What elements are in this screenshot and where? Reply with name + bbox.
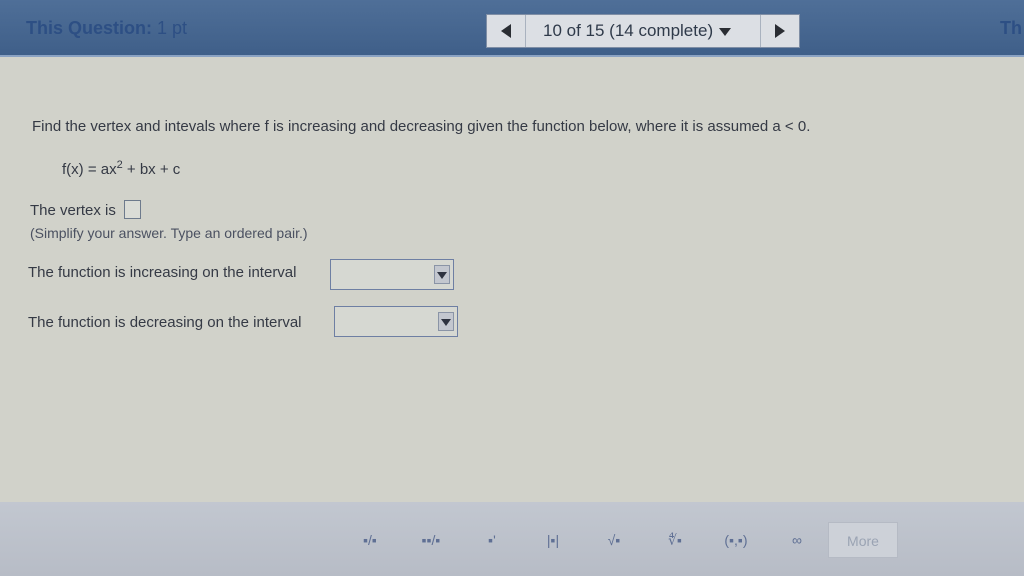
fraction-button[interactable]: ▪/▪: [342, 522, 398, 558]
question-label: This Question:: [26, 18, 152, 38]
increasing-interval-dropdown[interactable]: [330, 259, 454, 290]
mixed-number-icon: ▪▪/▪: [421, 532, 441, 548]
infinity-button[interactable]: ∞: [769, 522, 825, 558]
vertex-hint: (Simplify your answer. Type an ordered p…: [30, 225, 308, 241]
nth-root-button[interactable]: ∜▪: [647, 522, 703, 558]
question-prompt: Find the vertex and intevals where f is …: [32, 118, 811, 135]
absolute-value-icon: |▪|: [546, 532, 560, 548]
previous-question-button[interactable]: [487, 15, 526, 47]
square-root-icon: √▪: [607, 532, 621, 548]
header-bar: This Question: 1 pt 10 of 15 (14 complet…: [0, 0, 1024, 57]
vertex-answer-input[interactable]: [124, 200, 142, 219]
points-value: 1 pt: [157, 18, 188, 38]
infinity-icon: ∞: [792, 532, 802, 548]
absolute-value-button[interactable]: |▪|: [525, 522, 581, 558]
square-root-button[interactable]: √▪: [586, 522, 642, 558]
function-definition: f(x) = ax2 + bx + c: [62, 159, 180, 178]
vertex-label: The vertex is: [30, 202, 116, 219]
arrow-left-icon: [501, 24, 511, 38]
ordered-pair-button[interactable]: (▪,▪): [708, 522, 764, 558]
chevron-down-icon: [438, 312, 454, 331]
question-points: This Question: 1 pt: [26, 18, 187, 39]
exponent-icon: ▪': [488, 532, 496, 548]
decreasing-interval-dropdown[interactable]: [334, 306, 458, 337]
more-button[interactable]: More: [828, 522, 898, 558]
function-rest: + bx + c: [122, 161, 181, 178]
nth-root-icon: ∜▪: [668, 532, 682, 548]
question-progress-dropdown[interactable]: 10 of 15 (14 complete): [543, 21, 732, 41]
fraction-icon: ▪/▪: [363, 532, 377, 548]
decreasing-label: The function is decreasing on the interv…: [28, 314, 302, 331]
next-question-button[interactable]: [760, 15, 799, 47]
exponent-button[interactable]: ▪': [464, 522, 520, 558]
arrow-right-icon: [775, 24, 785, 38]
progress-text: 10 of 15 (14 complete): [543, 21, 714, 40]
vertex-row: The vertex is: [30, 200, 142, 219]
mixed-number-button[interactable]: ▪▪/▪: [403, 522, 459, 558]
question-navigator: 10 of 15 (14 complete): [486, 14, 800, 48]
math-toolbar: ▪/▪ ▪▪/▪ ▪' |▪| √▪ ∜▪ (▪,▪) ∞ More: [0, 502, 1024, 576]
caret-down-icon: [719, 27, 732, 36]
right-header-text: Th: [1000, 18, 1022, 38]
ordered-pair-icon: (▪,▪): [724, 532, 748, 548]
function-base: f(x) = ax: [62, 161, 117, 178]
increasing-label: The function is increasing on the interv…: [28, 264, 297, 281]
chevron-down-icon: [434, 265, 450, 284]
